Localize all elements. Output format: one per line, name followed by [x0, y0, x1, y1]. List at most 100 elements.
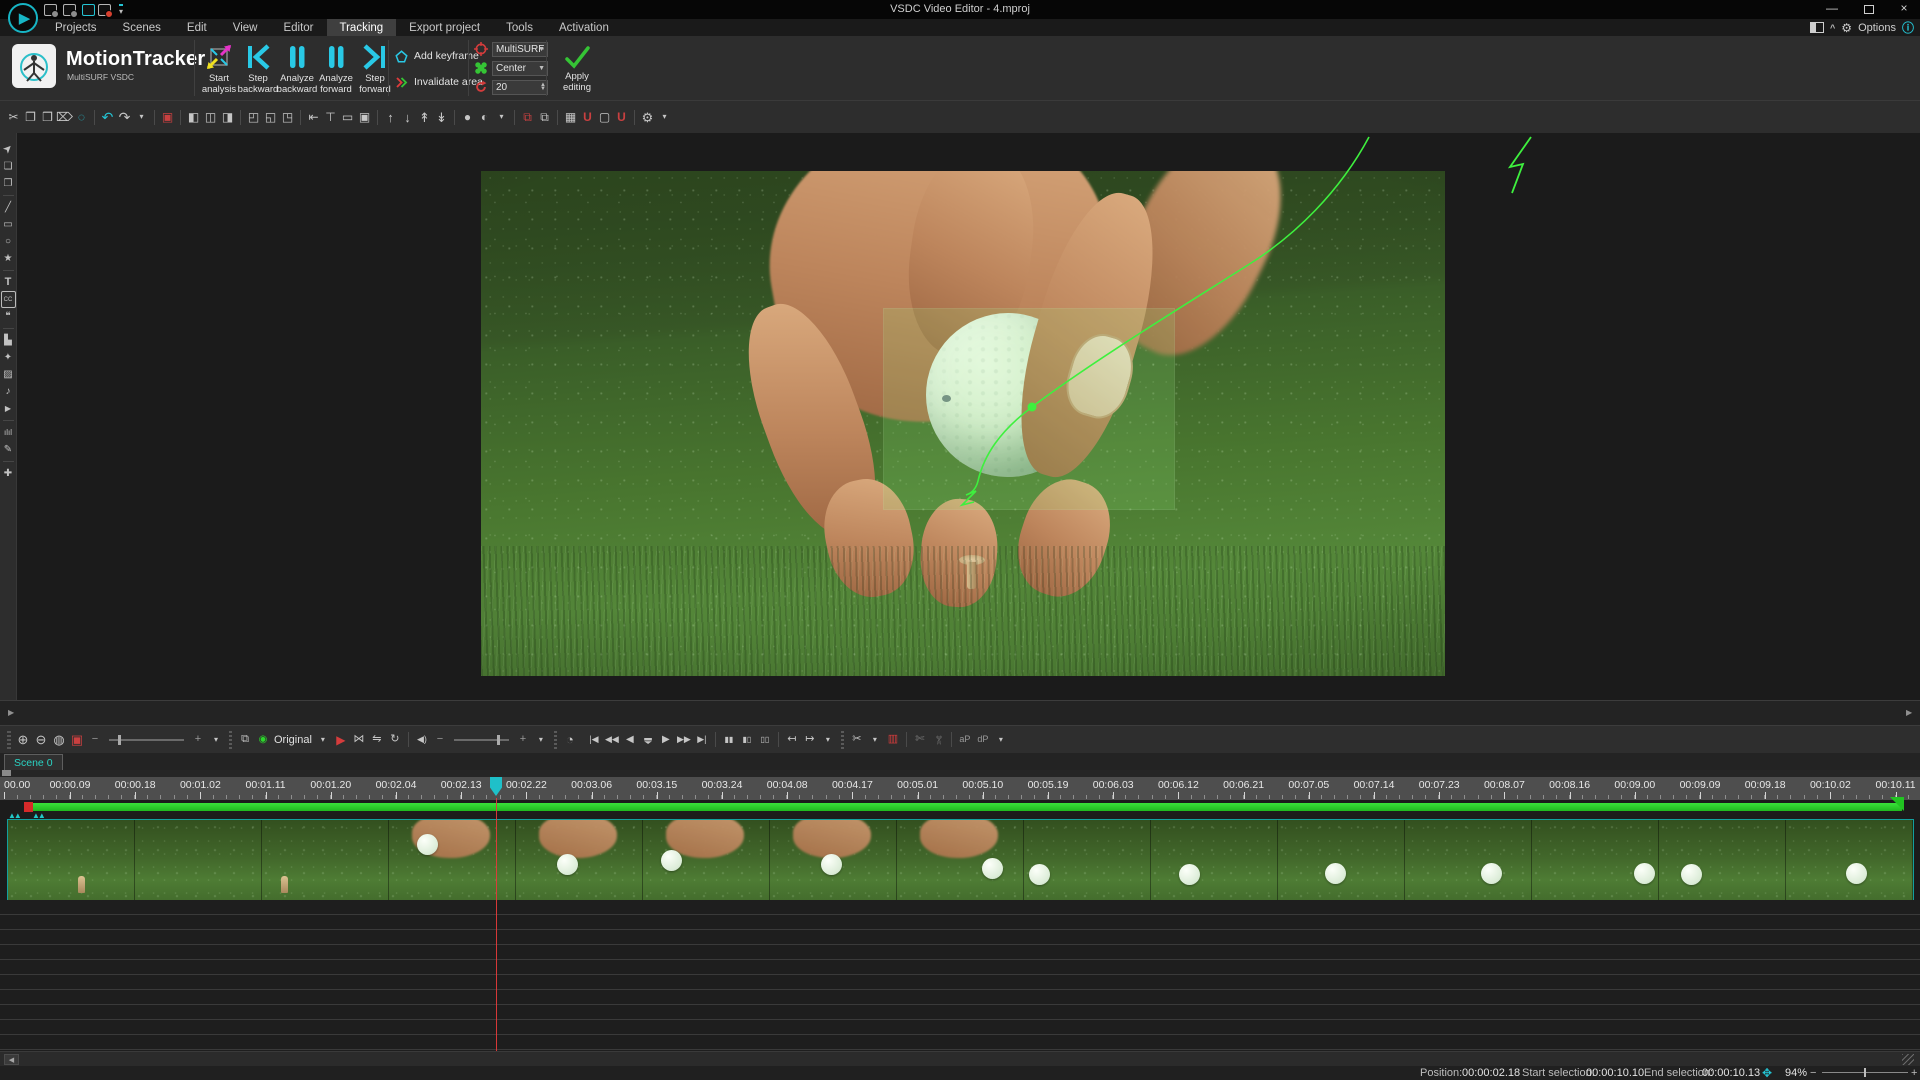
image-tool-icon[interactable]: ▨	[1, 366, 16, 383]
snap-magnet2-icon[interactable]: U	[613, 107, 630, 127]
timeline-track-row[interactable]	[0, 1005, 1920, 1020]
rectangle-tool-icon[interactable]: ▭	[1, 216, 16, 233]
tooltip-tool-icon[interactable]: ❝	[1, 308, 16, 325]
zoom-plus[interactable]: +	[189, 729, 207, 751]
select-object-icon[interactable]: ▣	[159, 107, 176, 127]
group-icon[interactable]: ⧉	[519, 107, 536, 127]
apply-editing-button[interactable]: Apply editing	[551, 42, 603, 93]
timeline-zoom-reset-icon[interactable]: ◍	[50, 729, 68, 751]
layout-panel-icon[interactable]	[1810, 22, 1824, 33]
resize-grip-icon[interactable]	[1902, 1054, 1914, 1065]
menu-tools[interactable]: Tools	[493, 19, 546, 36]
timeline-track-row[interactable]	[0, 930, 1920, 945]
menu-activation[interactable]: Activation	[546, 19, 622, 36]
jump-caret[interactable]: ▾	[819, 729, 837, 751]
split-clip-icon[interactable]: ✂	[848, 729, 866, 751]
export-project-icon[interactable]	[98, 4, 111, 16]
undo-icon[interactable]: ↶	[99, 107, 116, 127]
frame-step-back-icon[interactable]: ▮▮	[720, 729, 738, 751]
expand-left-panel-icon[interactable]: ▶	[8, 708, 14, 717]
timeline-track-row[interactable]	[0, 915, 1920, 930]
options-label[interactable]: Options	[1858, 22, 1896, 34]
quick-access-caret-icon[interactable]: ▾	[119, 4, 123, 16]
step-backward-button[interactable]: Step backward	[239, 40, 277, 95]
analyze-forward-button[interactable]: Analyze forward	[317, 40, 355, 95]
fast-forward-button[interactable]: ▶▶	[675, 729, 693, 751]
send-to-back-icon[interactable]: ↡	[433, 107, 450, 127]
previous-frame-button[interactable]: ◀	[621, 729, 639, 751]
play-button[interactable]: ▶	[657, 729, 675, 751]
frame-crop-icon[interactable]: ▣	[356, 107, 373, 127]
keyframe-marker[interactable]: ▲▲	[8, 811, 20, 820]
zoom-in-plus[interactable]: +	[1911, 1067, 1917, 1079]
move-tool-icon[interactable]: ✚	[1, 465, 16, 482]
minimize-button[interactable]: —	[1818, 1, 1846, 15]
swap-playback-icon[interactable]: ⇋	[368, 729, 386, 751]
menu-projects[interactable]: Projects	[42, 19, 110, 36]
volume-minus[interactable]: −	[431, 729, 449, 751]
zoom-minus[interactable]: −	[86, 729, 104, 751]
invalidate-area-button[interactable]: Invalidate area	[394, 72, 483, 92]
jump-to-next-marker-icon[interactable]: ↦	[801, 729, 819, 751]
marquee-selection-icon[interactable]: ◌	[73, 107, 90, 127]
ungroup-icon[interactable]: ⧉	[536, 107, 553, 127]
volume-plus[interactable]: +	[514, 729, 532, 751]
scene-tab[interactable]: Scene 0	[4, 754, 63, 770]
add-object-alt-icon[interactable]: ❐	[1, 175, 16, 192]
ellipse-tool-icon[interactable]: ○	[1, 233, 16, 250]
video-frame[interactable]	[481, 171, 1445, 676]
preview-play-button[interactable]: ▶	[332, 729, 350, 751]
paste-icon[interactable]: ❒	[39, 107, 56, 127]
vsdc-logo-icon[interactable]: ▶	[8, 3, 38, 33]
save-project-icon[interactable]	[82, 4, 95, 16]
options-gear-icon[interactable]: ⚙	[1841, 21, 1852, 35]
settings-caret[interactable]: ▾	[656, 107, 673, 127]
repeat-icon[interactable]: ↻	[386, 729, 404, 751]
add-keyframe-button[interactable]: Add keyframe	[394, 46, 483, 66]
menu-tracking[interactable]: Tracking	[327, 19, 397, 36]
volume-icon[interactable]: ◀)	[413, 729, 431, 751]
audio-tool-icon[interactable]: ♪	[1, 383, 16, 400]
menu-editor[interactable]: Editor	[270, 19, 326, 36]
scroll-left-button[interactable]: ◀	[4, 1054, 19, 1065]
menu-view[interactable]: View	[220, 19, 271, 36]
snap-bounds-icon[interactable]: ▢	[596, 107, 613, 127]
line-tool-icon[interactable]: ╱	[1, 199, 16, 216]
volume-caret[interactable]: ▾	[532, 729, 550, 751]
timeline-track-row[interactable]	[0, 960, 1920, 975]
quality-indicator-icon[interactable]: ◉	[254, 729, 272, 751]
keyframe-marker[interactable]: ▲▲	[32, 811, 44, 820]
audio-levels-icon[interactable]: ılıl	[1, 424, 16, 441]
rewind-button[interactable]: ◀◀	[603, 729, 621, 751]
delete-properties-icon[interactable]: dP	[974, 729, 992, 751]
timeline-zoom-in-icon[interactable]: ⊕	[14, 729, 32, 751]
video-track-clip[interactable]	[8, 820, 1913, 900]
tracker-type-select[interactable]: MultiSURF▼	[492, 42, 548, 57]
filmstrip-mode-icon[interactable]: ▥	[884, 729, 902, 751]
frame-step-fwd-icon[interactable]: ▯▯	[756, 729, 774, 751]
split-caret[interactable]: ▾	[866, 729, 884, 751]
align-right-icon[interactable]: ◨	[219, 107, 236, 127]
bring-to-front-icon[interactable]: ↟	[416, 107, 433, 127]
chart-tool-icon[interactable]: ▙	[1, 332, 16, 349]
collapse-ribbon-icon[interactable]: ^	[1830, 23, 1835, 33]
analyze-backward-button[interactable]: Analyze backward	[278, 40, 316, 95]
timeline-track-row[interactable]	[0, 990, 1920, 1005]
go-to-start-button[interactable]: |◀	[585, 729, 603, 751]
area-size-spinner[interactable]: 20▲▼	[492, 80, 548, 95]
align-middle-icon[interactable]: ◱	[262, 107, 279, 127]
delete-icon[interactable]: ⌦	[56, 107, 73, 127]
blend2-icon[interactable]: ◐	[476, 107, 493, 127]
move-down-icon[interactable]: ↓	[399, 107, 416, 127]
copy-icon[interactable]: ❐	[22, 107, 39, 127]
snap-magnet-icon[interactable]: U	[579, 107, 596, 127]
align-center-icon[interactable]: ◫	[202, 107, 219, 127]
timeline-zoom-out-icon[interactable]: ⊖	[32, 729, 50, 751]
move-up-icon[interactable]: ↑	[382, 107, 399, 127]
duration-clock-icon[interactable]: ◔	[561, 729, 579, 751]
zoom-caret[interactable]: ▾	[207, 729, 225, 751]
set-position-marker[interactable]: ⏏	[639, 729, 657, 751]
blend-caret[interactable]: ▾	[493, 107, 510, 127]
settings-gear-icon[interactable]: ⚙	[639, 107, 656, 127]
volume-slider[interactable]	[454, 739, 509, 741]
